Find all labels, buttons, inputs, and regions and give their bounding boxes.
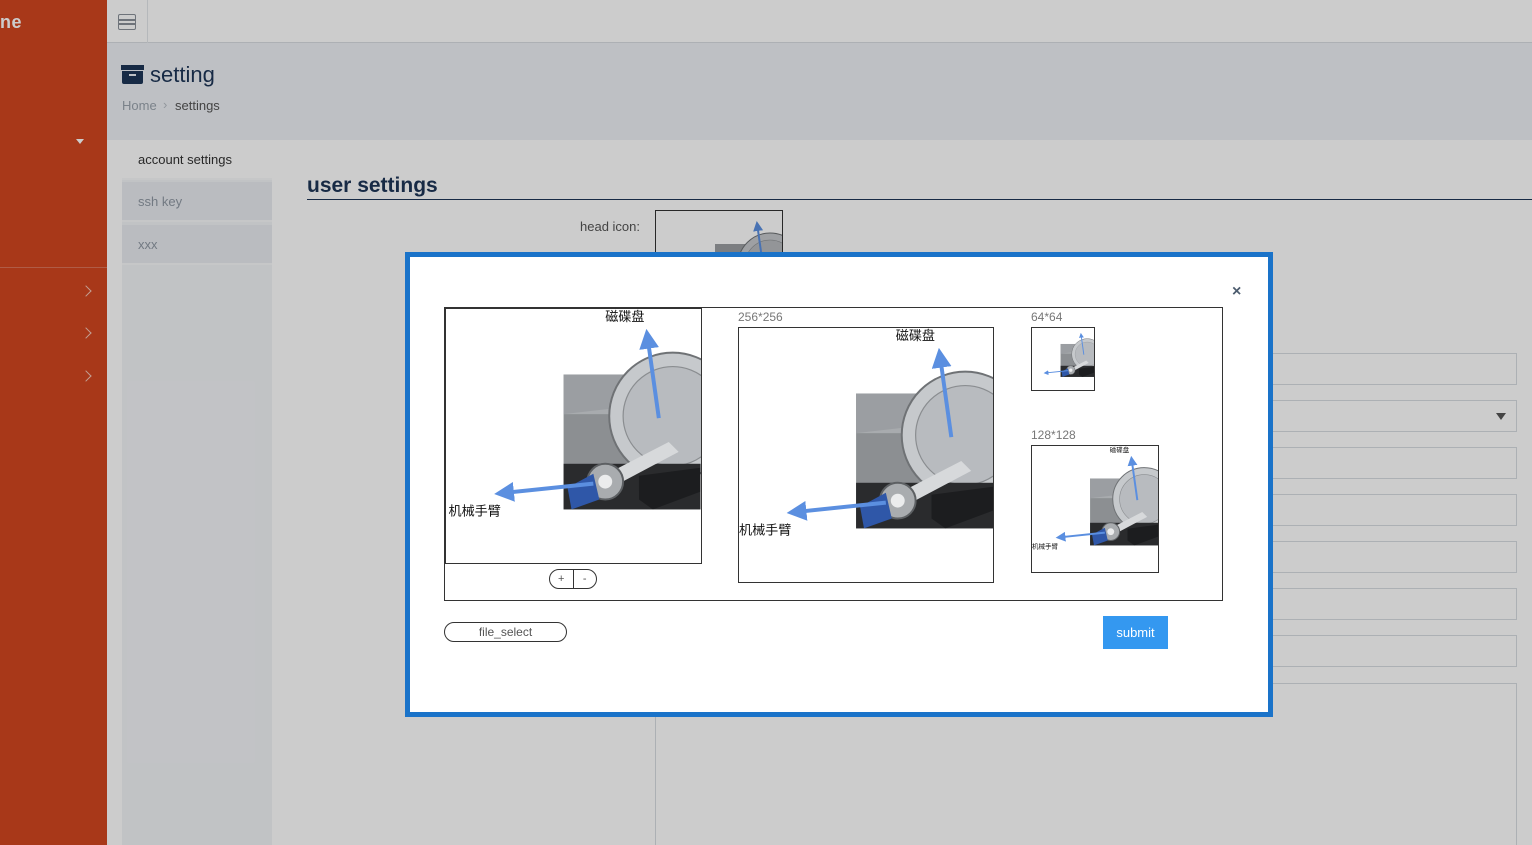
zoom-in-button[interactable]: + [550, 570, 573, 588]
image-label-bottom: 机械手臂 [1032, 541, 1058, 550]
submit-button[interactable]: submit [1103, 616, 1168, 649]
image-label-bottom: 机械手臂 [448, 503, 500, 519]
hard-disk-image: 磁碟盘 机械手臂 [1032, 446, 1158, 572]
crop-image-canvas[interactable]: 磁碟盘 机械手臂 [445, 308, 702, 564]
hard-disk-image: 磁碟盘 机械手臂 [446, 309, 701, 563]
image-label-top: 磁碟盘 [896, 328, 935, 344]
image-label-bottom: 机械手臂 [739, 522, 791, 538]
crop-area: 磁碟盘 机械手臂 + - 256*256 磁碟盘 机械手臂 64*64 128*… [444, 307, 1223, 601]
image-label-top: 磁碟盘 [605, 309, 644, 325]
zoom-out-button[interactable]: - [572, 570, 597, 588]
hard-disk-image: 磁碟盘 机械手臂 [739, 328, 993, 582]
preview-64 [1031, 327, 1095, 391]
image-label-top: 磁碟盘 [1110, 446, 1130, 454]
close-icon[interactable]: × [1232, 283, 1241, 301]
preview-256: 磁碟盘 机械手臂 [738, 327, 994, 583]
preview-256-label: 256*256 [738, 310, 783, 324]
preview-64-label: 64*64 [1031, 310, 1063, 324]
preview-128: 磁碟盘 机械手臂 [1031, 445, 1159, 573]
preview-128-label: 128*128 [1031, 428, 1076, 442]
hard-disk-image [1032, 328, 1094, 390]
zoom-controls: + - [549, 569, 597, 589]
file-select-button[interactable]: file_select [444, 622, 567, 642]
crop-avatar-modal: × 磁碟盘 机械手臂 + - 256*256 磁碟盘 机械手臂 64*64 12… [405, 252, 1273, 717]
